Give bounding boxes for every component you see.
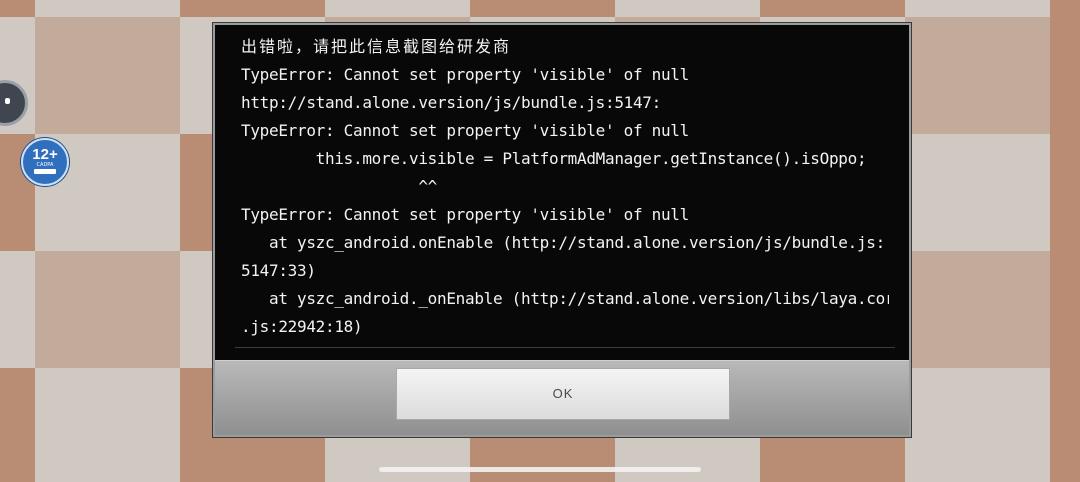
error-line: http://stand.alone.version/js/bundle.js:…: [241, 93, 661, 112]
divider: [235, 347, 895, 348]
error-line: TypeError: Cannot set property 'visible'…: [241, 65, 689, 84]
age-rating-label: 12+: [32, 146, 58, 163]
error-message: 出错啦，请把此信息截图给研发商 TypeError: Cannot set pro…: [241, 33, 889, 353]
right-eye-icon: [5, 98, 10, 104]
age-rating-badge: 12+ CADPA: [21, 138, 69, 186]
error-line: at yszc_android.onEnable (http://stand.a…: [241, 233, 885, 252]
error-line: this.more.visible = PlatformAdManager.ge…: [241, 149, 867, 168]
error-line: ^^: [241, 177, 437, 196]
home-indicator[interactable]: [379, 467, 701, 472]
error-dialog: 出错啦，请把此信息截图给研发商 TypeError: Cannot set pro…: [213, 23, 911, 437]
ok-button[interactable]: OK: [396, 368, 730, 420]
error-line: TypeError: Cannot set property 'visible'…: [241, 205, 689, 224]
age-rating-tag-icon: [34, 169, 56, 174]
error-line: .js:22942:18): [241, 317, 363, 336]
error-line: 出错啦，请把此信息截图给研发商: [241, 37, 512, 56]
error-line: at yszc_android._onEnable (http://stand.…: [241, 289, 889, 308]
age-rating-org: CADPA: [36, 162, 54, 168]
error-line: 5147:33): [241, 261, 316, 280]
error-line: TypeError: Cannot set property 'visible'…: [241, 121, 689, 140]
dialog-footer: OK: [215, 360, 909, 435]
